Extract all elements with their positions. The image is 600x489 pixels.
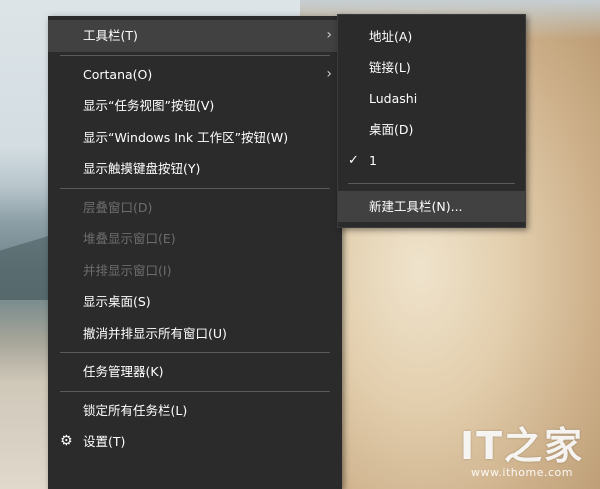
toolbars-submenu: 地址(A) 链接(L) Ludashi 桌面(D) ✓ 1 新建工具栏(N)..…: [337, 14, 526, 228]
chevron-right-icon: ›: [326, 65, 332, 82]
menu-item-lock-taskbars[interactable]: 锁定所有任务栏(L): [48, 395, 342, 427]
submenu-item-new-toolbar[interactable]: 新建工具栏(N)...: [338, 191, 525, 222]
menu-item-settings[interactable]: ⚙ 设置(T): [48, 426, 342, 458]
menu-item-label: 任务管理器(K): [83, 364, 164, 379]
menu-item-label: 显示触摸键盘按钮(Y): [83, 161, 201, 176]
menu-item-undo-side-by-side[interactable]: 撤消并排显示所有窗口(U): [48, 318, 342, 350]
taskbar-context-menu: 工具栏(T) › Cortana(O) › 显示“任务视图”按钮(V) 显示“W…: [48, 16, 342, 489]
menu-item-show-touch-keyboard[interactable]: 显示触摸键盘按钮(Y): [48, 153, 342, 185]
submenu-item-ludashi[interactable]: Ludashi: [338, 83, 525, 114]
menu-separator: [60, 390, 330, 392]
menu-item-show-desktop[interactable]: 显示桌面(S): [48, 286, 342, 318]
gear-icon: ⚙: [60, 433, 73, 449]
menu-item-label: 层叠窗口(D): [83, 199, 153, 215]
menu-item-show-task-view[interactable]: 显示“任务视图”按钮(V): [48, 90, 342, 122]
chevron-right-icon: ›: [326, 27, 332, 43]
menu-item-task-manager[interactable]: 任务管理器(K): [48, 356, 342, 388]
menu-item-label: 1: [369, 153, 377, 168]
menu-item-label: 地址(A): [369, 29, 413, 44]
menu-item-label: 堆叠显示窗口(E): [83, 231, 176, 246]
menu-item-label: 工具栏(T): [83, 28, 138, 43]
menu-separator: [60, 187, 330, 189]
menu-separator: [60, 54, 330, 56]
menu-item-label: 锁定所有任务栏(L): [83, 402, 188, 418]
menu-item-label: Ludashi: [369, 91, 418, 106]
menu-item-stack-windows: 堆叠显示窗口(E): [48, 223, 342, 255]
menu-item-cortana[interactable]: Cortana(O) ›: [48, 59, 342, 91]
menu-item-label: 显示“Windows Ink 工作区”按钮(W): [83, 129, 289, 145]
menu-item-label: 显示桌面(S): [83, 294, 151, 309]
check-icon: ✓: [348, 153, 359, 168]
menu-separator: [348, 183, 515, 184]
menu-separator: [60, 352, 330, 353]
menu-item-toolbars[interactable]: 工具栏(T) ›: [48, 20, 342, 52]
menu-item-side-by-side-windows: 并排显示窗口(I): [48, 255, 342, 287]
menu-item-show-windows-ink[interactable]: 显示“Windows Ink 工作区”按钮(W): [48, 122, 342, 154]
menu-item-label: 桌面(D): [369, 122, 414, 137]
watermark: IT之家 www.ithome.com: [460, 426, 584, 479]
menu-item-label: Cortana(O): [83, 66, 153, 82]
menu-item-label: 设置(T): [83, 434, 126, 449]
menu-item-label: 链接(L): [369, 60, 411, 75]
menu-item-label: 并排显示窗口(I): [83, 262, 172, 278]
menu-item-label: 撤消并排显示所有窗口(U): [83, 325, 227, 341]
watermark-url: www.ithome.com: [470, 466, 573, 479]
menu-item-label: 显示“任务视图”按钮(V): [83, 98, 215, 113]
menu-item-label: 新建工具栏(N)...: [369, 199, 463, 214]
submenu-item-links[interactable]: 链接(L): [338, 52, 525, 83]
submenu-item-address[interactable]: 地址(A): [338, 21, 525, 52]
watermark-logo: IT之家: [459, 424, 584, 468]
submenu-item-desktop[interactable]: 桌面(D): [338, 114, 525, 145]
submenu-item-1[interactable]: ✓ 1: [338, 145, 525, 176]
menu-item-cascade-windows: 层叠窗口(D): [48, 192, 342, 224]
